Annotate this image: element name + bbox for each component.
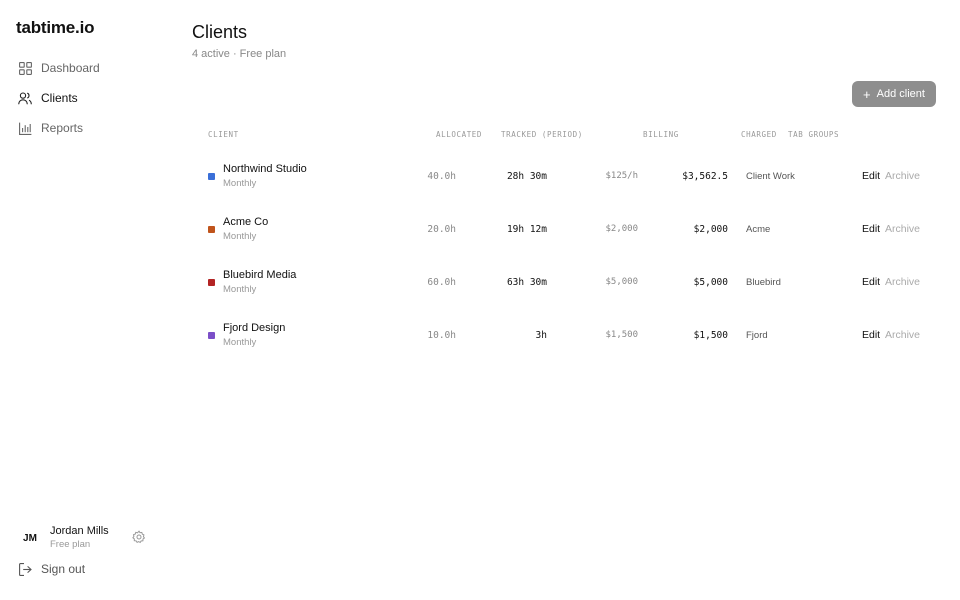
table-row[interactable]: Acme Co Monthly 20.0h 19h 12m $2,000 $2,… [192, 209, 942, 255]
page-title: Clients [192, 22, 248, 42]
archive-button[interactable]: Archive [885, 223, 920, 235]
client-frequency: Monthly [223, 231, 257, 242]
billing-value: $2,000 [605, 224, 638, 234]
edit-button[interactable]: Edit [862, 276, 880, 288]
tracked-value: 28h 30m [506, 171, 547, 182]
tracked-value: 19h 12m [506, 224, 547, 235]
table-row[interactable]: Northwind Studio Monthly 40.0h 28h 30m $… [192, 156, 942, 202]
edit-button[interactable]: Edit [862, 170, 880, 182]
add-client-label: Add client [876, 88, 925, 100]
sidebar-item-dashboard[interactable]: Dashboard [16, 56, 100, 80]
edit-button[interactable]: Edit [862, 223, 880, 235]
archive-button[interactable]: Archive [885, 276, 920, 288]
allocated-value: 60.0h [427, 277, 456, 288]
allocated-value: 10.0h [427, 330, 456, 341]
add-client-button[interactable]: + Add client [852, 81, 936, 107]
table-row[interactable]: Bluebird Media Monthly 60.0h 63h 30m $5,… [192, 262, 942, 308]
edit-button[interactable]: Edit [862, 329, 880, 341]
column-header-allocated: ALLOCATED [436, 130, 483, 139]
sidebar-item-reports[interactable]: Reports [16, 116, 83, 140]
tab-group-value: Acme [746, 224, 771, 235]
charged-value: $2,000 [693, 224, 728, 235]
page-subtitle: 4 active · Free plan [192, 48, 287, 60]
grid-icon [16, 59, 34, 77]
client-frequency: Monthly [223, 178, 257, 189]
users-icon [16, 89, 34, 107]
column-header-tracked: TRACKED (PERIOD) [501, 130, 583, 139]
bar-chart-icon [16, 119, 34, 137]
client-color-swatch [208, 173, 215, 180]
avatar: JM [23, 532, 37, 544]
sidebar-item-label: Reports [41, 121, 84, 135]
client-name: Bluebird Media [223, 269, 297, 281]
tab-group-value: Fjord [746, 330, 768, 341]
tab-group-value: Client Work [746, 171, 795, 182]
gear-icon[interactable] [132, 530, 146, 544]
billing-value: $5,000 [605, 277, 638, 287]
tab-group-value: Bluebird [746, 277, 781, 288]
column-header-billing: BILLING [643, 130, 679, 139]
sign-out-label: Sign out [41, 562, 86, 576]
archive-button[interactable]: Archive [885, 170, 920, 182]
billing-value: $125/h [605, 171, 638, 181]
client-name: Northwind Studio [223, 163, 307, 175]
app-logo[interactable]: tabtime.io [16, 18, 94, 38]
charged-value: $5,000 [693, 277, 728, 288]
user-plan: Free plan [50, 539, 91, 550]
client-color-swatch [208, 279, 215, 286]
sidebar-item-label: Dashboard [41, 61, 100, 75]
sign-out-icon [16, 560, 34, 578]
tracked-value: 63h 30m [506, 277, 547, 288]
plus-icon: + [863, 86, 871, 102]
billing-value: $1,500 [605, 330, 638, 340]
column-header-tab-groups: TAB GROUPS [788, 130, 840, 139]
client-color-swatch [208, 226, 215, 233]
client-color-swatch [208, 332, 215, 339]
sidebar-item-clients[interactable]: Clients [16, 86, 78, 110]
table-row[interactable]: Fjord Design Monthly 10.0h 3h $1,500 $1,… [192, 315, 942, 361]
client-frequency: Monthly [223, 337, 257, 348]
column-header-charged: CHARGED [741, 130, 777, 139]
sidebar-item-label: Clients [41, 91, 78, 105]
sign-out-button[interactable]: Sign out [16, 560, 85, 578]
column-header-client: CLIENT [208, 130, 239, 139]
user-profile[interactable]: JM Jordan Mills Free plan [16, 524, 148, 552]
client-name: Acme Co [223, 216, 269, 228]
sidebar: tabtime.io Dashboard Clients Reports JM … [0, 0, 168, 600]
charged-value: $3,562.5 [682, 171, 728, 182]
allocated-value: 20.0h [427, 224, 456, 235]
tracked-value: 3h [535, 330, 547, 341]
client-name: Fjord Design [223, 322, 286, 334]
allocated-value: 40.0h [427, 171, 456, 182]
client-frequency: Monthly [223, 284, 257, 295]
archive-button[interactable]: Archive [885, 329, 920, 341]
charged-value: $1,500 [693, 330, 728, 341]
user-name: Jordan Mills [50, 525, 109, 537]
